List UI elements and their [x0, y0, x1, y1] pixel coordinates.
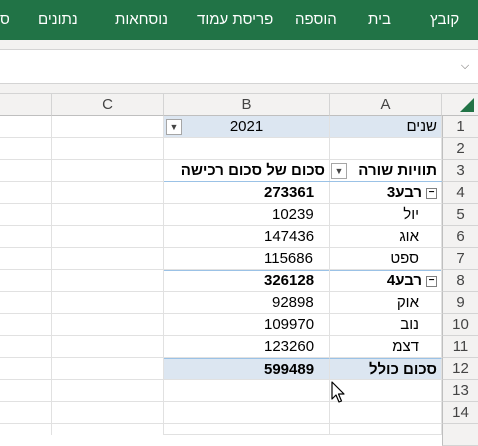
- cell-a2[interactable]: [330, 138, 442, 160]
- pivot-group-total[interactable]: 273361: [164, 182, 330, 204]
- formula-bar-separator: [0, 84, 478, 94]
- pivot-group-label[interactable]: רבע4−: [330, 270, 442, 292]
- select-all-corner[interactable]: [442, 94, 478, 116]
- column-header-blank[interactable]: [0, 94, 52, 116]
- row-header-7[interactable]: 7: [442, 248, 478, 270]
- column-header-b[interactable]: B: [164, 94, 330, 116]
- row-header-4[interactable]: 4: [442, 182, 478, 204]
- pivot-group-label-text: רבע4: [386, 272, 422, 289]
- tab-data[interactable]: נתונים: [38, 0, 78, 40]
- row-header-9[interactable]: 9: [442, 292, 478, 314]
- mouse-pointer-icon: [331, 381, 345, 403]
- pivot-item-label[interactable]: אוק: [330, 292, 442, 314]
- chevron-down-icon[interactable]: ⌵: [457, 58, 473, 74]
- tab-partial[interactable]: ס: [0, 0, 10, 40]
- cell-b14[interactable]: [164, 402, 330, 424]
- formula-bar[interactable]: ⌵: [0, 50, 478, 84]
- pivot-item-label[interactable]: יול: [330, 204, 442, 226]
- pivot-group-label-text: רבע3: [386, 184, 422, 201]
- cell-a13[interactable]: [330, 380, 442, 402]
- row-header-12[interactable]: 12: [442, 358, 478, 380]
- cell-b15[interactable]: [164, 424, 330, 435]
- pivot-group-label[interactable]: רבע3−: [330, 182, 442, 204]
- pivot-item-value[interactable]: 10239: [164, 204, 330, 226]
- pivot-filter-label[interactable]: שנים: [330, 116, 442, 138]
- pivot-value-header[interactable]: סכום של סכום רכישה: [164, 160, 330, 182]
- ribbon-band: [0, 40, 478, 50]
- cell-b2[interactable]: [164, 138, 330, 160]
- pivot-item-label[interactable]: אוג: [330, 226, 442, 248]
- select-all-icon: [460, 98, 474, 112]
- cell-a15[interactable]: [330, 424, 442, 435]
- pivot-item-label[interactable]: נוב: [330, 314, 442, 336]
- tab-home[interactable]: בית: [368, 0, 391, 40]
- pivot-item-value[interactable]: 109970: [164, 314, 330, 336]
- dropdown-arrow-icon[interactable]: ▼: [331, 163, 347, 179]
- row-header-8[interactable]: 8: [442, 270, 478, 292]
- cell-b13[interactable]: [164, 380, 330, 402]
- tab-file[interactable]: קובץ: [430, 0, 459, 40]
- pivot-grand-total-value[interactable]: 599489: [164, 358, 330, 380]
- row-header-14[interactable]: 14: [442, 402, 478, 424]
- pivot-group-total[interactable]: 326128: [164, 270, 330, 292]
- row-header-1[interactable]: 1: [442, 116, 478, 138]
- filter-icon[interactable]: ▼: [166, 119, 182, 135]
- empty-grid-area[interactable]: [0, 116, 164, 435]
- pivot-item-label[interactable]: ספט: [330, 248, 442, 270]
- row-header-5[interactable]: 5: [442, 204, 478, 226]
- pivot-item-value[interactable]: 123260: [164, 336, 330, 358]
- column-header-c[interactable]: C: [52, 94, 164, 116]
- tab-formulas[interactable]: נוסחאות: [115, 0, 168, 40]
- ribbon-tab-bar: קובץ בית הוספה פריסת עמוד נוסחאות נתונים…: [0, 0, 478, 40]
- pivot-item-label[interactable]: דצמ: [330, 336, 442, 358]
- row-header-2[interactable]: 2: [442, 138, 478, 160]
- row-header-13[interactable]: 13: [442, 380, 478, 402]
- cell-a14[interactable]: [330, 402, 442, 424]
- pivot-filter-value[interactable]: 2021: [164, 116, 330, 138]
- collapse-minus-icon[interactable]: −: [426, 187, 437, 199]
- pivot-item-value[interactable]: 115686: [164, 248, 330, 270]
- tab-insert[interactable]: הוספה: [295, 0, 337, 40]
- row-header-6[interactable]: 6: [442, 226, 478, 248]
- tab-page-layout[interactable]: פריסת עמוד: [197, 0, 273, 40]
- column-header-a[interactable]: A: [330, 94, 442, 116]
- row-header-15[interactable]: [442, 424, 478, 446]
- pivot-grand-total-label[interactable]: סכום כולל: [330, 358, 442, 380]
- pivot-item-value[interactable]: 147436: [164, 226, 330, 248]
- row-header-10[interactable]: 10: [442, 314, 478, 336]
- pivot-item-value[interactable]: 92898: [164, 292, 330, 314]
- row-header-11[interactable]: 11: [442, 336, 478, 358]
- collapse-minus-icon[interactable]: −: [426, 275, 437, 287]
- row-header-3[interactable]: 3: [442, 160, 478, 182]
